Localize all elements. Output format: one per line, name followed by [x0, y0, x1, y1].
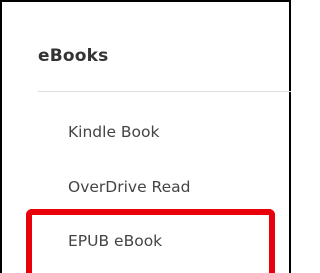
section-divider: [38, 91, 291, 92]
format-link-epub-ebook[interactable]: EPUB eBook: [68, 231, 162, 251]
section-heading: eBooks: [38, 46, 109, 66]
format-link-overdrive-read[interactable]: OverDrive Read: [68, 177, 190, 197]
format-link-kindle-book[interactable]: Kindle Book: [68, 122, 159, 142]
ebooks-panel: eBooks Kindle Book OverDrive Read EPUB e…: [0, 0, 291, 273]
